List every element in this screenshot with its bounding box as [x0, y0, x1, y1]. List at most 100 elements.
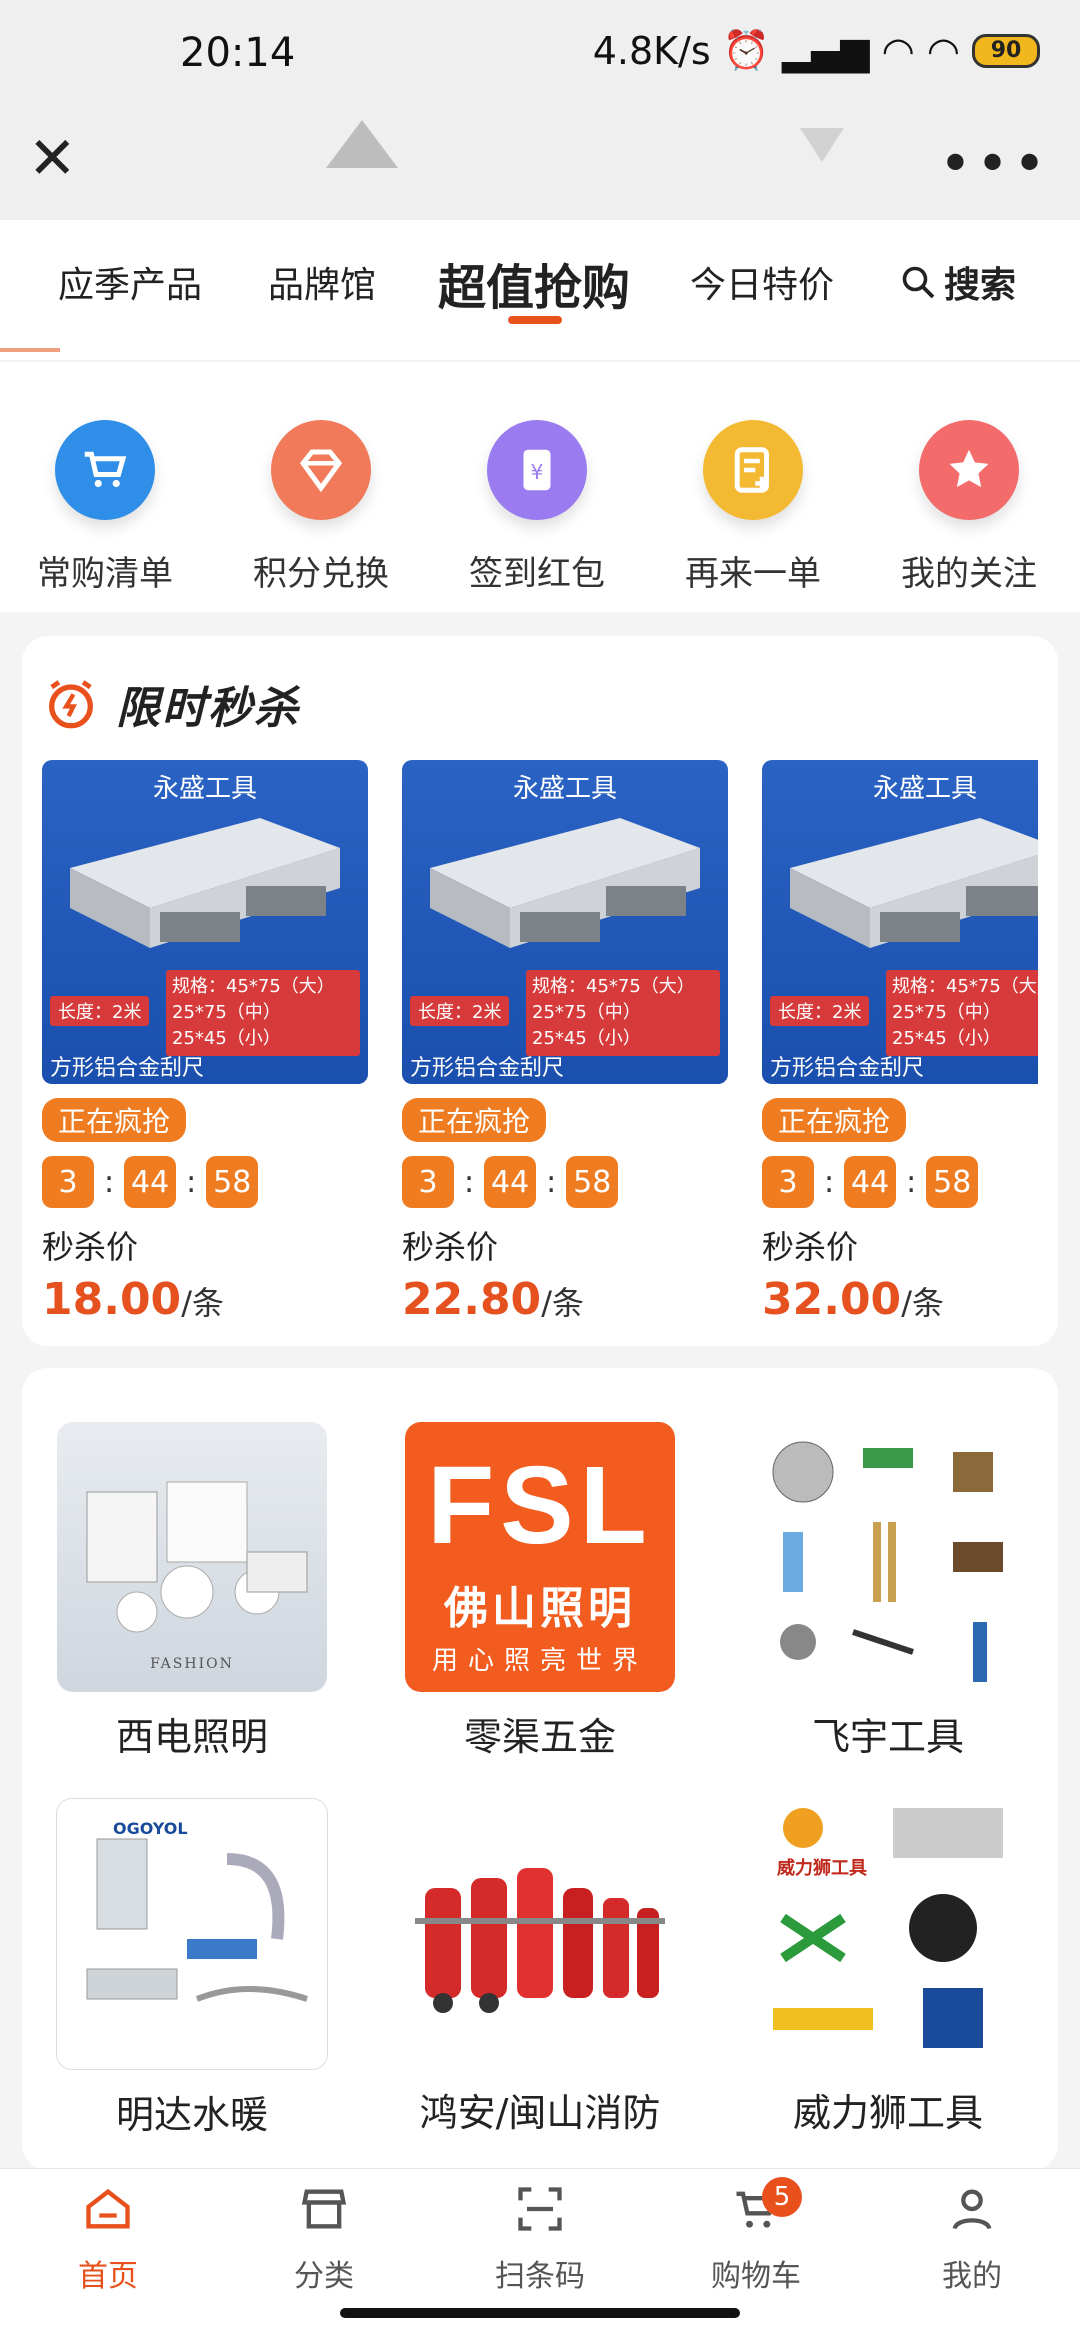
countdown-hours: 3: [42, 1156, 94, 1208]
brand-item-hongan[interactable]: 鸿安/闽山消防: [390, 1798, 690, 2137]
tab-flash-deals[interactable]: 超值抢购: [438, 248, 630, 318]
search-button[interactable]: 搜索: [900, 256, 1016, 308]
rush-badge: 正在疯抢: [402, 1098, 547, 1142]
shortcut-my-follows[interactable]: 我的关注: [869, 420, 1069, 595]
fsl-subtitle: 佛山照明: [444, 1583, 636, 1634]
app-top-bar: ✕ •••: [0, 110, 1080, 220]
search-icon: [902, 266, 935, 299]
spec-line: 规格：45*75（大）: [532, 976, 695, 997]
shortcut-checkin-redpacket[interactable]: ¥ 签到红包: [437, 420, 637, 595]
price-value: 32.00: [762, 1274, 902, 1325]
countdown-seconds: 58: [926, 1156, 979, 1208]
flash-product-card[interactable]: 永盛工具 规格：45*75（大） 25*75（中） 25*45（小） 长度：2米…: [402, 760, 728, 1325]
brand-item-lingqu[interactable]: FSL 佛山照明 用心照亮世界 零渠五金: [390, 1422, 690, 1761]
nav-me[interactable]: 我的: [902, 2183, 1042, 2295]
nav-label: 扫条码: [495, 2259, 585, 2294]
star-icon: [919, 420, 1019, 520]
more-icon[interactable]: •••: [939, 132, 1050, 197]
product-price: 32.00/条: [762, 1274, 1038, 1325]
brand-item-weilishi[interactable]: 威力狮工具 威力狮工具: [738, 1798, 1038, 2137]
countdown-hours: 3: [402, 1156, 454, 1208]
fire-extinguisher-illustration: [415, 1868, 665, 2013]
brand-image: [405, 1798, 675, 2068]
countdown-minutes: 44: [844, 1156, 897, 1208]
shortcut-label: 我的关注: [901, 554, 1037, 594]
reorder-icon: [703, 420, 803, 520]
rush-badge: 正在疯抢: [42, 1098, 187, 1142]
price-value: 22.80: [402, 1274, 542, 1325]
product-image: 永盛工具 规格：45*75（大） 25*75（中） 25*45（小） 长度：2米…: [402, 760, 728, 1084]
countdown-minutes: 44: [124, 1156, 177, 1208]
product-name: 方形铝合金刮尺: [410, 1056, 565, 1081]
tab-active-indicator: [508, 316, 562, 324]
triangle-decoration: [326, 120, 398, 168]
battery-icon: 90: [972, 33, 1040, 68]
brand-caption: OGOYOL: [113, 1819, 188, 1838]
scan-icon: [518, 2187, 562, 2231]
brand-image: FSL 佛山照明 用心照亮世界: [405, 1422, 675, 1692]
flash-product-card[interactable]: 永盛工具 规格：45*75（大） 25*75（中） 25*45（小） 长度：2米…: [762, 760, 1038, 1325]
product-price: 18.00/条: [42, 1274, 368, 1325]
shortcut-label: 再来一单: [685, 554, 821, 594]
close-icon[interactable]: ✕: [28, 129, 84, 187]
shortcut-label: 签到红包: [469, 554, 605, 594]
shortcut-points-exchange[interactable]: 积分兑换: [221, 420, 421, 595]
brand-label: 鸿安/闽山消防: [419, 2091, 661, 2135]
product-name: 方形铝合金刮尺: [770, 1056, 925, 1081]
brand-label: 明达水暖: [115, 2093, 268, 2137]
spec-line: 25*45（小）: [172, 1028, 281, 1049]
brand-label: 威力狮工具: [792, 2091, 983, 2135]
price-unit: /条: [541, 1284, 584, 1322]
price-unit: /条: [181, 1284, 224, 1322]
product-brand: 永盛工具: [872, 774, 977, 804]
brand-image: [753, 1422, 1023, 1692]
nav-home[interactable]: 首页: [38, 2183, 178, 2295]
cart-count-badge: 5: [762, 2177, 802, 2217]
rush-badge: 正在疯抢: [762, 1098, 907, 1142]
spec-line: 25*45（小）: [892, 1028, 1001, 1049]
product-spec: 规格：45*75（大） 25*75（中） 25*45（小）: [166, 970, 360, 1056]
home-indicator[interactable]: [340, 2308, 740, 2318]
search-label: 搜索: [944, 265, 1017, 306]
lighting-products-illustration: [86, 1481, 308, 1633]
product-name: 方形铝合金刮尺: [50, 1056, 205, 1081]
spec-line: 25*45（小）: [532, 1028, 641, 1049]
shortcut-label: 常购清单: [37, 554, 173, 594]
hand-tools-illustration: [773, 1808, 1003, 2048]
brand-image: FASHION: [57, 1422, 327, 1692]
diamond-icon: [271, 420, 371, 520]
nav-cart[interactable]: 5 购物车: [686, 2177, 826, 2295]
aluminum-tube-illustration: [430, 818, 700, 948]
shortcut-label: 积分兑换: [253, 554, 389, 594]
spec-line: 25*75（中）: [892, 1002, 1001, 1023]
shortcut-reorder[interactable]: 再来一单: [653, 420, 853, 595]
product-brand: 永盛工具: [512, 774, 617, 804]
faucet-illustration: [86, 1838, 308, 2002]
home-icon: [86, 2188, 130, 2229]
shortcut-frequent-list[interactable]: 常购清单: [5, 420, 205, 595]
nav-category[interactable]: 分类: [254, 2183, 394, 2295]
nav-scan[interactable]: 扫条码: [470, 2183, 610, 2295]
flash-sale-card: 限时秒杀 永盛工具 规格：45*75（大） 25*75（中） 25*45（小） …: [22, 636, 1058, 1346]
fsl-logo: FSL: [427, 1444, 653, 1567]
tools-illustration: [772, 1441, 1003, 1682]
countdown-hours: 3: [762, 1156, 814, 1208]
flash-product-card[interactable]: 永盛工具 规格：45*75（大） 25*75（中） 25*45（小） 长度：2米…: [42, 760, 368, 1325]
nav-label: 首页: [78, 2259, 138, 2294]
product-spec: 规格：45*75（大） 25*75（中） 25*45（小）: [886, 970, 1038, 1056]
category-tabs: 应季产品 品牌馆 超值抢购 今日特价 搜索: [0, 220, 1080, 360]
price-label: 秒杀价: [402, 1228, 499, 1266]
brand-item-mingda[interactable]: OGOYOL 明达水暖: [42, 1798, 342, 2139]
countdown: 3: 44: 58: [42, 1156, 368, 1208]
tab-today-special[interactable]: 今日特价: [690, 256, 834, 308]
brand-image: OGOYOL: [56, 1798, 328, 2070]
tab-edge-mark: [0, 348, 60, 352]
nav-label: 分类: [294, 2259, 354, 2294]
brand-item-xidian[interactable]: FASHION 西电照明: [42, 1422, 342, 1761]
countdown: 3: 44: 58: [762, 1156, 1038, 1208]
fsl-slogan: 用心照亮世界: [431, 1646, 648, 1676]
brand-item-feiyu[interactable]: 飞宇工具: [738, 1422, 1038, 1761]
tab-brand-hall[interactable]: 品牌馆: [268, 256, 376, 308]
shortcut-row: 常购清单 积分兑换 ¥ 签到红包 再来一单 我的关注: [0, 362, 1080, 612]
tab-seasonal[interactable]: 应季产品: [58, 256, 202, 308]
